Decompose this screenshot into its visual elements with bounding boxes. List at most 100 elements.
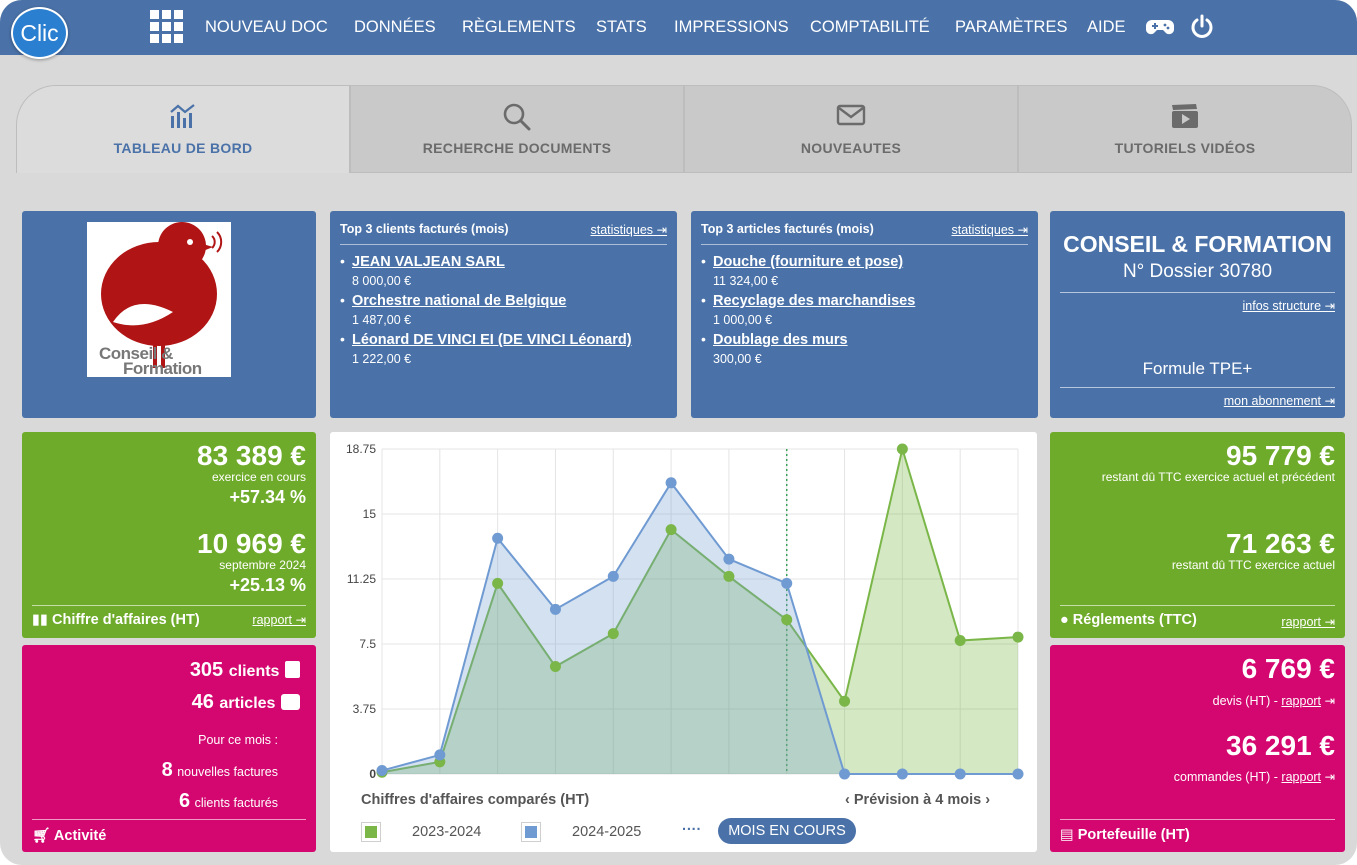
tab-recherche-documents[interactable]: RECHERCHE DOCUMENTS bbox=[350, 85, 684, 173]
reglements-actuel-amount: 71 263 € bbox=[1226, 528, 1335, 559]
gamepad-icon[interactable] bbox=[1146, 15, 1174, 39]
legend-swatch-2023[interactable] bbox=[361, 822, 381, 842]
articles-icon bbox=[281, 694, 300, 710]
nav-impressions[interactable]: IMPRESSIONS bbox=[674, 18, 789, 37]
search-icon bbox=[503, 103, 531, 131]
article-link[interactable]: Recyclage des marchandises bbox=[713, 292, 915, 311]
data-point bbox=[549, 661, 561, 673]
arrow-right-icon: ⇥ bbox=[656, 223, 667, 237]
nav-reglements[interactable]: RÈGLEMENTS bbox=[462, 18, 576, 37]
chiffre-affaires-card: 83 389 € exercice en cours +57.34 % 10 9… bbox=[22, 432, 316, 638]
top-clients-card: Top 3 clients facturés (mois) statistiqu… bbox=[330, 211, 677, 418]
chevron-left-icon[interactable]: ‹ bbox=[845, 792, 850, 808]
data-point bbox=[607, 628, 619, 640]
portefeuille-footer[interactable]: ▤ Portefeuille (HT) bbox=[1060, 827, 1190, 843]
divider bbox=[1060, 387, 1335, 388]
envelope-icon bbox=[836, 104, 866, 126]
activite-card: 305 clients 46 articles Pour ce mois : 8… bbox=[22, 645, 316, 852]
top-clients-title: Top 3 clients facturés (mois) bbox=[340, 222, 509, 236]
top-articles-card: Top 3 articles facturés (mois) statistiq… bbox=[691, 211, 1038, 418]
tab-label: RECHERCHE DOCUMENTS bbox=[422, 140, 612, 156]
data-point bbox=[723, 553, 735, 565]
nav-parametres[interactable]: PARAMÈTRES bbox=[955, 18, 1067, 37]
top-clients-stats-link[interactable]: statistiques ⇥ bbox=[591, 222, 668, 237]
data-point bbox=[434, 749, 446, 761]
nav-stats[interactable]: STATS bbox=[596, 18, 647, 37]
client-amount: 1 487,00 € bbox=[352, 313, 412, 327]
y-tick-label: 18.75 bbox=[346, 442, 376, 456]
ca-chart[interactable]: 18.75 15 11.25 7.5 3.75 0 bbox=[330, 432, 1037, 812]
arrow-right-icon: ⇥ bbox=[295, 613, 306, 627]
forecast-control[interactable]: ‹ Prévision à 4 mois › bbox=[845, 792, 990, 808]
reglements-actuel-label: restant dû TTC exercice actuel bbox=[1171, 558, 1335, 572]
activite-footer[interactable]: 🛒︎ Activité bbox=[32, 827, 106, 844]
nav-comptabilite[interactable]: COMPTABILITÉ bbox=[810, 18, 930, 37]
article-link[interactable]: Douche (fourniture et pose) bbox=[713, 253, 915, 272]
reglements-rapport-link[interactable]: rapport ⇥ bbox=[1281, 614, 1335, 629]
divider bbox=[32, 605, 306, 606]
list-item: Doublage des murs 300,00 € bbox=[701, 331, 915, 369]
data-point bbox=[492, 532, 504, 544]
client-amount: 8 000,00 € bbox=[352, 274, 412, 288]
ca-exercice-pct: +57.34 % bbox=[229, 487, 306, 507]
nav-nouveau-doc[interactable]: NOUVEAU DOC bbox=[205, 18, 328, 37]
list-item: JEAN VALJEAN SARL 8 000,00 € bbox=[340, 253, 632, 291]
top-clients-list: JEAN VALJEAN SARL 8 000,00 € Orchestre na… bbox=[340, 253, 632, 370]
clients-factures-row: 6 clients facturés bbox=[179, 790, 278, 812]
commandes-amount: 36 291 € bbox=[1226, 730, 1335, 761]
ca-rapport-link[interactable]: rapport ⇥ bbox=[252, 612, 306, 627]
portefeuille-card: 6 769 € devis (HT) - rapport ⇥ 36 291 € … bbox=[1050, 645, 1345, 852]
mois-en-cours-button[interactable]: MOIS EN COURS bbox=[718, 818, 856, 844]
nav-donnees[interactable]: DONNÉES bbox=[354, 18, 436, 37]
list-item: Douche (fourniture et pose) 11 324,00 € bbox=[701, 253, 915, 291]
ca-chart-panel: 18.75 15 11.25 7.5 3.75 0 Chiffres d'affaires… bbox=[330, 432, 1037, 852]
commandes-rapport-link[interactable]: rapport bbox=[1281, 770, 1321, 784]
y-tick-label: 0 bbox=[369, 767, 376, 781]
list-item: Orchestre national de Belgique 1 487,00 € bbox=[340, 292, 632, 330]
ca-exercice-amount: 83 389 € bbox=[197, 440, 306, 471]
dossier-number: N° Dossier 30780 bbox=[1122, 261, 1273, 282]
inbox-icon: ▤ bbox=[1060, 827, 1074, 843]
contact-card-icon bbox=[285, 661, 300, 678]
tab-label: TABLEAU DE BORD bbox=[113, 140, 253, 156]
data-point bbox=[1012, 768, 1024, 780]
client-link[interactable]: JEAN VALJEAN SARL bbox=[352, 253, 632, 272]
logo-text-line2: Formation bbox=[123, 359, 202, 378]
arrow-right-icon: ⇥ bbox=[1324, 394, 1335, 408]
chart-icon bbox=[170, 104, 195, 128]
article-link[interactable]: Doublage des murs bbox=[713, 331, 915, 350]
data-point bbox=[723, 570, 735, 582]
arrow-right-icon: ⇥ bbox=[1324, 615, 1335, 629]
data-point bbox=[1012, 631, 1024, 643]
apps-grid-icon[interactable] bbox=[150, 10, 184, 44]
y-tick-label: 7.5 bbox=[359, 637, 376, 651]
tab-tableau-de-bord[interactable]: TABLEAU DE BORD bbox=[16, 85, 350, 173]
list-item: Léonard DE VINCI EI (DE VINCI Léonard) 1 … bbox=[340, 331, 632, 369]
ca-mois-label: septembre 2024 bbox=[219, 558, 306, 572]
data-point bbox=[896, 768, 908, 780]
reglements-card: 95 779 € restant dû TTC exercice actuel … bbox=[1050, 432, 1345, 638]
tab-nouveautes[interactable]: NOUVEAUTES bbox=[684, 85, 1018, 173]
commandes-row: commandes (HT) - rapport ⇥ bbox=[1173, 770, 1335, 784]
chevron-right-icon[interactable]: › bbox=[985, 792, 990, 808]
divider bbox=[1060, 605, 1335, 606]
ca-mois-amount: 10 969 € bbox=[197, 528, 306, 559]
client-link[interactable]: Léonard DE VINCI EI (DE VINCI Léonard) bbox=[352, 331, 632, 350]
abonnement-link[interactable]: mon abonnement ⇥ bbox=[1224, 393, 1335, 408]
clients-count-row: 305 clients bbox=[190, 659, 300, 682]
client-link[interactable]: Orchestre national de Belgique bbox=[352, 292, 632, 311]
top-articles-stats-link[interactable]: statistiques ⇥ bbox=[952, 222, 1029, 237]
company-name: CONSEIL & FORMATION bbox=[1063, 231, 1332, 257]
nav-aide[interactable]: AIDE bbox=[1087, 18, 1126, 37]
app-logo[interactable]: Clic bbox=[11, 7, 68, 59]
reglements-footer: ● Réglements (TTC) bbox=[1060, 612, 1197, 628]
tab-tutoriels-videos[interactable]: TUTORIELS VIDÉOS bbox=[1018, 85, 1352, 173]
legend-swatch-2024[interactable] bbox=[521, 822, 541, 842]
devis-rapport-link[interactable]: rapport bbox=[1281, 694, 1321, 708]
divider bbox=[1060, 819, 1335, 820]
data-point bbox=[607, 570, 619, 582]
top-navbar: Clic NOUVEAU DOC DONNÉES RÈGLEMENTS STAT… bbox=[0, 0, 1357, 59]
infos-structure-link[interactable]: infos structure ⇥ bbox=[1243, 298, 1335, 313]
power-icon[interactable] bbox=[1189, 14, 1215, 40]
y-tick-label: 11.25 bbox=[347, 572, 376, 586]
